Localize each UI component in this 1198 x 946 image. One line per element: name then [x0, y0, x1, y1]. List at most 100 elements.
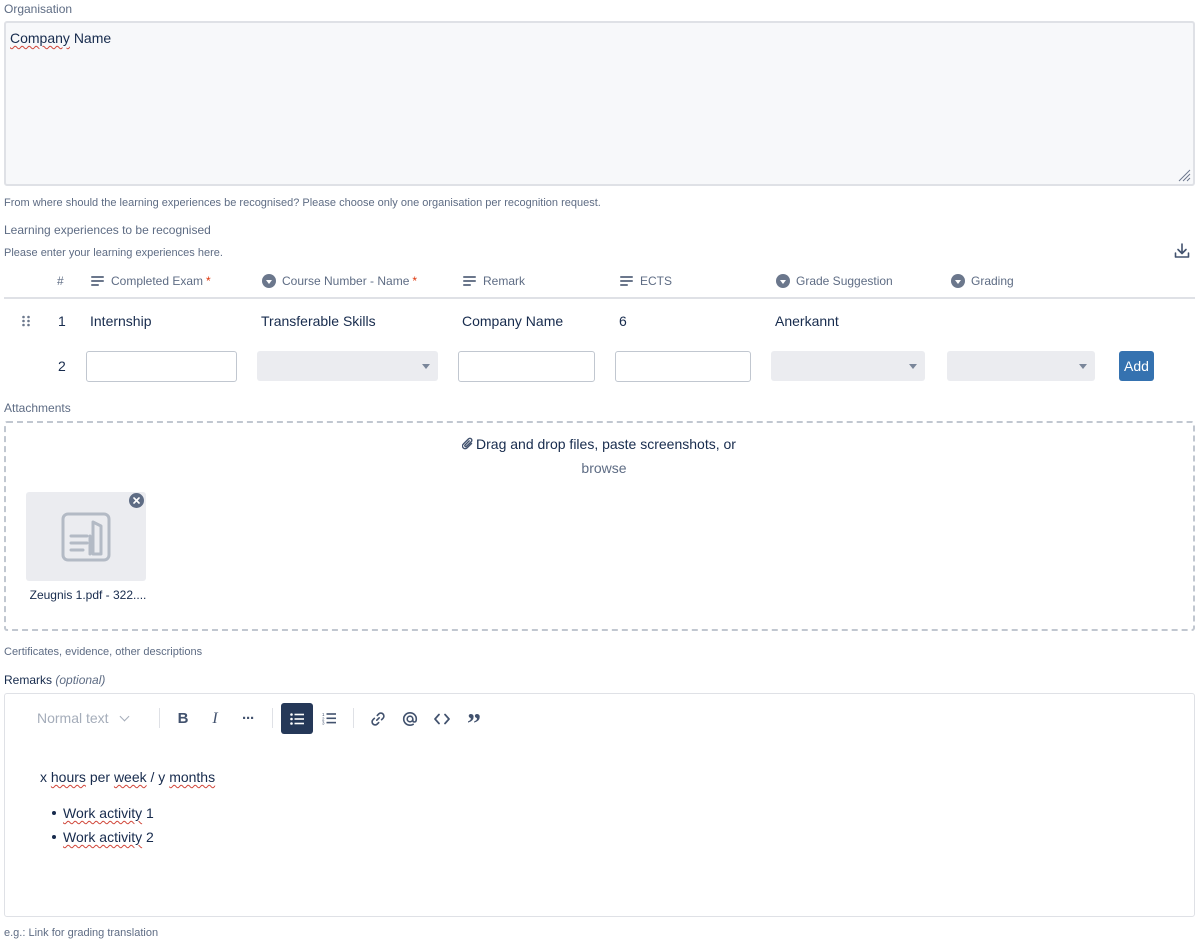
remarks-line-word: per — [89, 769, 111, 785]
add-row-button[interactable]: Add — [1119, 351, 1154, 381]
toolbar-separator — [353, 708, 354, 728]
column-header-grading[interactable]: Grading — [951, 272, 1014, 290]
remarks-line-word: months — [169, 769, 216, 785]
svg-text:3: 3 — [322, 721, 325, 725]
quote-button[interactable]: ” — [460, 703, 488, 740]
row-1-completed-exam[interactable]: Internship — [90, 313, 151, 329]
attachments-label: Attachments — [4, 401, 71, 415]
new-grade-suggestion-select[interactable] — [771, 351, 925, 381]
bullet-list-icon — [290, 712, 304, 725]
new-ects-input[interactable] — [615, 351, 751, 382]
dropzone-instructions: Drag and drop files, paste screenshots, … — [0, 436, 1198, 452]
column-header-grade-suggestion[interactable]: Grade Suggestion — [776, 272, 893, 290]
select-field-icon — [776, 274, 790, 288]
organisation-value: Company Name — [10, 30, 111, 46]
attachment-filename: Zeugnis 1.pdf - 322.... — [29, 588, 147, 602]
new-completed-exam-input[interactable] — [86, 351, 237, 382]
list-item-num: 2 — [145, 829, 154, 845]
column-header-grade-suggestion-label: Grade Suggestion — [796, 274, 893, 288]
list-item-word: Work activity — [63, 829, 143, 845]
learning-label: Learning experiences to be recognised — [4, 223, 211, 237]
text-field-icon — [91, 275, 105, 287]
column-header-ects-label: ECTS — [640, 274, 673, 288]
browse-link[interactable]: browse — [0, 460, 1198, 476]
row-1-grade-suggestion[interactable]: Anerkannt — [775, 313, 839, 329]
code-button[interactable] — [428, 703, 456, 734]
attachments-help: Certificates, evidence, other descriptio… — [4, 646, 203, 658]
drag-handle-icon[interactable] — [21, 315, 31, 329]
mention-icon — [402, 711, 418, 726]
remarks-label-text: Remarks — [4, 673, 53, 687]
bullet-marker — [52, 811, 56, 815]
download-icon[interactable] — [1173, 242, 1191, 260]
select-field-icon — [951, 274, 965, 288]
row-1-ects[interactable]: 6 — [619, 313, 627, 329]
attachment-thumbnail[interactable] — [26, 492, 146, 581]
new-remark-input[interactable] — [458, 351, 595, 382]
column-header-ects[interactable]: ECTS — [620, 272, 672, 290]
resize-grip-icon[interactable] — [1177, 168, 1191, 182]
close-icon — [133, 497, 140, 504]
required-marker: * — [412, 274, 418, 288]
mention-button[interactable] — [396, 703, 424, 734]
link-button[interactable] — [364, 703, 392, 734]
learning-help: Please enter your learning experiences h… — [4, 247, 223, 259]
organisation-textarea[interactable] — [4, 21, 1195, 186]
quote-icon: ” — [467, 708, 481, 740]
organisation-help: From where should the learning experienc… — [4, 197, 601, 209]
italic-button[interactable]: I — [202, 703, 228, 734]
column-header-course-number[interactable]: Course Number - Name * — [262, 272, 417, 290]
document-icon — [61, 512, 111, 561]
organisation-value-word1: Company — [10, 30, 70, 46]
dropzone-text: Drag and drop files, paste screenshots, … — [476, 436, 736, 452]
column-header-completed-exam-label: Completed Exam — [111, 274, 204, 288]
table-header-divider — [4, 297, 1195, 299]
text-field-icon — [463, 275, 477, 287]
remarks-line-word: / y — [150, 769, 166, 785]
numbered-list-icon: 1 2 3 — [322, 712, 336, 725]
bold-button[interactable]: B — [170, 703, 196, 734]
list-item: Work activity 1 — [63, 805, 154, 821]
row-2-index: 2 — [58, 358, 66, 374]
list-item-word: Work activity — [63, 805, 143, 821]
text-style-label: Normal text — [37, 710, 109, 726]
remarks-label: Remarks (optional) — [4, 673, 105, 687]
remove-attachment-button[interactable] — [129, 493, 144, 508]
column-header-remark[interactable]: Remark — [463, 272, 525, 290]
link-icon — [371, 711, 385, 726]
column-header-index-label: # — [57, 274, 64, 288]
optional-marker: (optional) — [55, 673, 106, 687]
toolbar-separator — [159, 708, 160, 728]
row-1-index: 1 — [58, 313, 66, 329]
paperclip-icon — [461, 437, 473, 450]
column-header-remark-label: Remark — [483, 274, 526, 288]
list-item: Work activity 2 — [63, 829, 154, 845]
bullet-list-button[interactable] — [281, 703, 313, 734]
row-1-course-number[interactable]: Transferable Skills — [261, 313, 376, 329]
remarks-line: x hours per week / y months — [40, 769, 215, 785]
column-header-index: # — [57, 272, 64, 290]
code-icon — [434, 713, 450, 724]
remarks-line-word: hours — [50, 769, 86, 785]
attachment-dropzone[interactable] — [4, 421, 1195, 631]
list-item-num: 1 — [145, 805, 154, 821]
text-field-icon — [620, 275, 634, 287]
organisation-label: Organisation — [4, 2, 73, 16]
remarks-line-word: week — [113, 769, 147, 785]
column-header-grading-label: Grading — [971, 274, 1014, 288]
text-style-dropdown[interactable]: Normal text — [37, 710, 128, 726]
column-header-completed-exam[interactable]: Completed Exam * — [91, 272, 211, 290]
required-marker: * — [206, 274, 211, 288]
column-header-course-number-label: Course Number - Name — [282, 274, 410, 288]
toolbar-separator — [272, 708, 273, 728]
numbered-list-button[interactable]: 1 2 3 — [315, 703, 343, 734]
more-formatting-button[interactable]: ··· — [234, 703, 262, 734]
select-field-icon — [262, 274, 276, 288]
organisation-value-word2: Name — [73, 30, 112, 46]
bullet-marker — [52, 835, 56, 839]
new-course-number-select[interactable] — [257, 351, 438, 381]
remarks-line-prefix: x — [40, 769, 47, 785]
new-grading-select[interactable] — [947, 351, 1095, 381]
remarks-help: e.g.: Link for grading translation — [4, 927, 159, 939]
row-1-remark[interactable]: Company Name — [462, 313, 563, 329]
